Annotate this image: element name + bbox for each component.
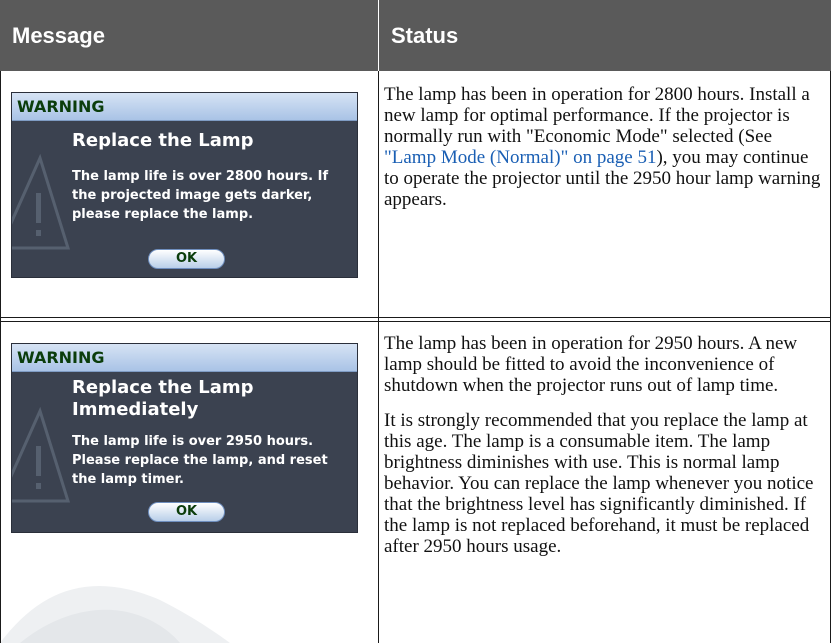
ok-button[interactable]: OK: [148, 502, 225, 522]
column-header-status: Status: [378, 0, 831, 71]
column-header-status-label: Status: [391, 22, 459, 48]
row-divider-top: [0, 317, 831, 318]
table-column-divider: [378, 71, 379, 643]
column-header-message: Message: [0, 0, 378, 71]
warning-triangle-icon: [12, 153, 70, 250]
dialog-title-bar: WARNING: [12, 93, 357, 121]
lamp-message-table: Message Status WARNING Replace the Lamp …: [0, 0, 831, 643]
ok-button[interactable]: OK: [148, 249, 225, 269]
warning-triangle-icon: [12, 406, 70, 503]
lamp-mode-page-link[interactable]: "Lamp Mode (Normal)" on page 51: [384, 147, 656, 168]
status-paragraph-1: The lamp has been in operation for 2950 …: [384, 333, 798, 396]
warning-dialog-2800: WARNING Replace the Lamp The lamp life i…: [11, 92, 358, 278]
status-text-2950: The lamp has been in operation for 2950 …: [384, 333, 824, 571]
status-paragraph: The lamp has been in operation for 2800 …: [384, 84, 824, 210]
dialog-heading: Replace the Lamp Immediately: [72, 377, 254, 420]
dialog-body-text: The lamp life is over 2800 hours. If the…: [72, 169, 329, 222]
column-header-message-label: Message: [12, 22, 105, 48]
row-divider-bottom: [0, 321, 831, 322]
status-text-2800: The lamp has been in operation for 2800 …: [384, 84, 824, 224]
dialog-heading: Replace the Lamp: [72, 130, 254, 151]
status-text-before-link: The lamp has been in operation for 2800 …: [384, 84, 810, 147]
dialog-title-bar: WARNING: [12, 344, 357, 372]
table-border-left: [0, 71, 1, 643]
dialog-body-text: The lamp life is over 2950 hours. Please…: [72, 434, 328, 487]
warning-dialog-2950: WARNING Replace the Lamp Immediately The…: [11, 343, 358, 533]
background-art: [0, 586, 230, 643]
status-paragraph-2: It is strongly recommended that you repl…: [384, 410, 814, 557]
